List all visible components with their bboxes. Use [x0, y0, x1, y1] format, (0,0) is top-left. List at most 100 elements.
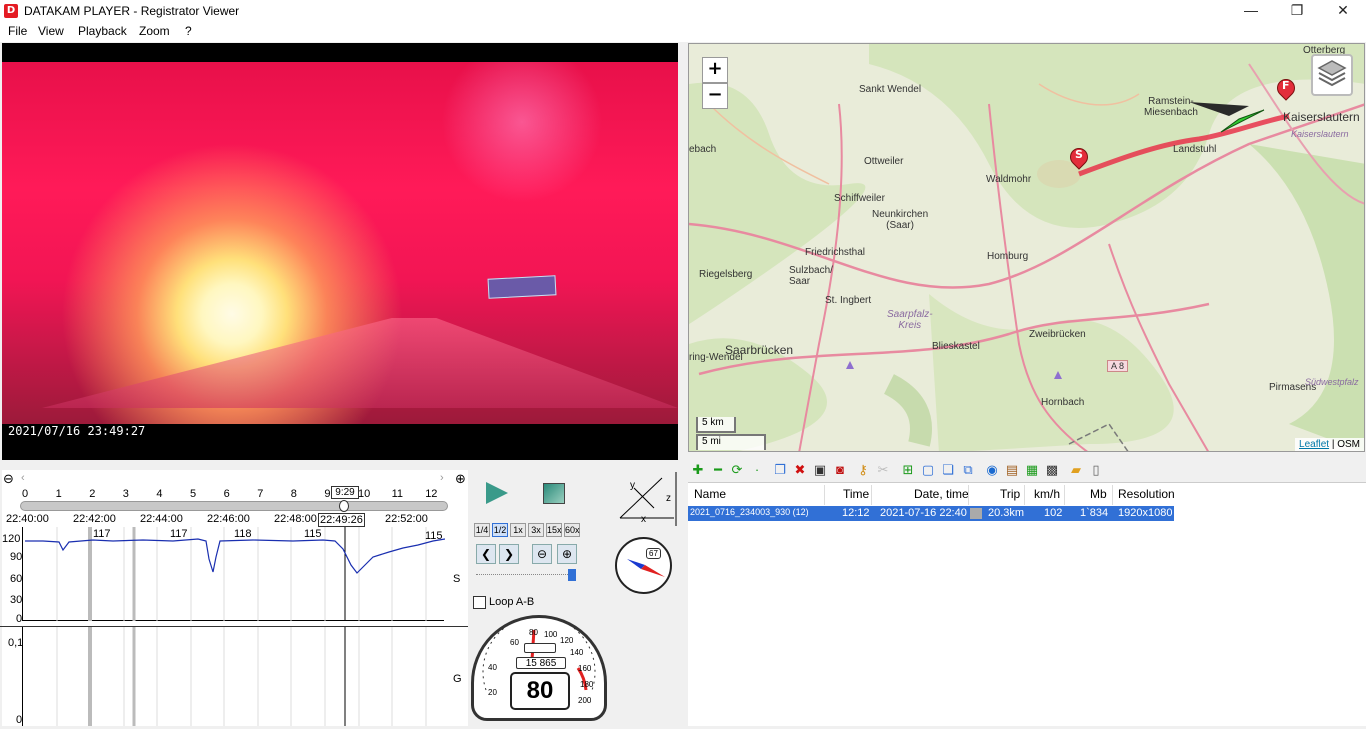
col-divider [824, 485, 825, 505]
zoom-out-icon: ⊖ [536, 547, 548, 561]
dial-number: 80 [529, 628, 538, 637]
speed-half-button[interactable]: 1/2 [492, 523, 508, 537]
loop-checkbox[interactable] [473, 596, 486, 609]
zoom-out-button[interactable]: ⊖ [532, 544, 552, 564]
map-zoom-in-button[interactable]: + [702, 57, 728, 83]
volume-slider-thumb[interactable] [568, 569, 576, 581]
dial-number: 180 [580, 680, 594, 689]
refresh-icon[interactable]: ⟳ [729, 462, 745, 478]
col-header-kmh[interactable]: km/h [1034, 487, 1060, 501]
next-frame-button[interactable]: ❯ [499, 544, 519, 564]
minimize-button[interactable]: — [1228, 0, 1274, 22]
camera-icon[interactable]: ◙ [832, 462, 848, 478]
col-header-resolution[interactable]: Resolution [1118, 487, 1175, 501]
speed-15x-button[interactable]: 15x [546, 523, 562, 537]
timeline-thumb[interactable] [339, 500, 349, 512]
zoom-in-icon: ⊕ [561, 547, 573, 561]
speed-60x-button[interactable]: 60x [564, 523, 580, 537]
export-icon[interactable]: ▦ [1024, 462, 1040, 478]
dial-number: 60 [510, 638, 519, 647]
cascade-icon[interactable]: ❏ [940, 462, 956, 478]
speed-peak: 117 [170, 528, 188, 540]
speed-quarter-button[interactable]: 1/4 [474, 523, 490, 537]
col-header-date[interactable]: Date, time [914, 487, 969, 501]
minute-tick: 11 [391, 488, 404, 500]
dot-icon[interactable]: · [749, 462, 765, 478]
key-icon[interactable]: ⚷ [855, 462, 871, 478]
file-mb: 1`834 [1080, 507, 1109, 519]
timeline-zoom-in-icon[interactable]: ⊕ [455, 471, 466, 487]
map-layers-button[interactable] [1311, 54, 1353, 96]
window-title: DATAKAM PLAYER - Registrator Viewer [24, 4, 240, 18]
volume-slider-track[interactable] [476, 574, 576, 578]
add-icon[interactable]: ✚ [690, 462, 706, 478]
current-time-label: 22:49:26 [318, 513, 365, 527]
minute-tick: 3 [122, 488, 129, 500]
col-divider [1024, 485, 1025, 505]
cut-icon[interactable]: ✂ [875, 462, 891, 478]
dial-number: 20 [488, 688, 497, 697]
menu-playback[interactable]: Playback [78, 24, 127, 38]
speed-peak: 115 [304, 528, 322, 540]
minute-tick: 8 [290, 488, 297, 500]
map-zoom-out-button[interactable]: − [702, 83, 728, 109]
play-button[interactable] [486, 482, 508, 504]
layers-icon [1317, 60, 1347, 87]
trip-window [524, 643, 556, 653]
map-label: Riegelsberg [699, 269, 753, 280]
timeline-zoom-out-icon[interactable]: ⊖ [3, 471, 14, 487]
dial-number: 160 [578, 664, 592, 673]
add-window-icon[interactable]: ⊞ [900, 462, 916, 478]
window-icon[interactable]: ▢ [920, 462, 936, 478]
menu-file[interactable]: File [8, 24, 27, 38]
minute-tick: 5 [190, 488, 197, 500]
map-label: Hornbach [1041, 397, 1085, 408]
dial-number: 140 [570, 648, 584, 657]
menu-view[interactable]: View [38, 24, 64, 38]
zoom-in-button[interactable]: ⊕ [557, 544, 577, 564]
map-label: Kaiserslautern [1291, 129, 1349, 139]
close-button[interactable]: ✕ [1320, 0, 1366, 22]
osm-attribution: OSM [1337, 439, 1360, 450]
minute-tick: 1 [55, 488, 62, 500]
map-label: Ramstein- Miesenbach [1144, 96, 1198, 118]
maximize-button[interactable]: ❐ [1274, 0, 1320, 22]
map-attribution: Leaflet | OSM [1295, 438, 1364, 451]
speed-1x-button[interactable]: 1x [510, 523, 526, 537]
speed-graph-canvas [25, 527, 446, 621]
col-header-name[interactable]: Name [694, 487, 726, 501]
timeline-scrollbar[interactable] [20, 501, 448, 511]
speed-3x-button[interactable]: 3x [528, 523, 544, 537]
globe-icon[interactable]: ◉ [984, 462, 1000, 478]
folder-icon[interactable]: ▰ [1068, 462, 1084, 478]
save-icon[interactable]: ▣ [812, 462, 828, 478]
map-label: Landstuhl [1173, 144, 1217, 155]
document-icon[interactable]: ▯ [1088, 462, 1104, 478]
map[interactable]: S F Otterberg Sankt Wendel Ramstein- Mie… [688, 43, 1365, 452]
stop-button[interactable] [543, 483, 565, 504]
col-header-mb[interactable]: Mb [1090, 487, 1107, 501]
highway-label: A 8 [1107, 360, 1129, 372]
scroll-right-icon[interactable]: › [440, 472, 444, 484]
chart-icon[interactable]: ▤ [1004, 462, 1020, 478]
remove-icon[interactable]: ━ [710, 462, 726, 478]
prev-frame-button[interactable]: ❮ [476, 544, 496, 564]
compass-needle-icon [627, 559, 665, 577]
film-icon[interactable]: ▩ [1044, 462, 1060, 478]
col-divider [1112, 485, 1113, 505]
menu-help[interactable]: ? [185, 24, 192, 38]
tile-icon[interactable]: ⧉ [960, 462, 976, 478]
map-label: Schiffweiler [834, 193, 885, 204]
delete-icon[interactable]: ✖ [792, 462, 808, 478]
col-header-time[interactable]: Time [843, 487, 869, 501]
leaflet-link[interactable]: Leaflet [1299, 439, 1329, 450]
dial-number: 200 [578, 696, 592, 705]
time-label: 22:40:00 [6, 513, 49, 525]
scroll-left-icon[interactable]: ‹ [21, 472, 25, 484]
table-row[interactable]: 2021_0716_234003_930 (12) 12:12 2021-07-… [688, 506, 1174, 521]
menu-zoom[interactable]: Zoom [139, 24, 170, 38]
copy-icon[interactable]: ❐ [772, 462, 788, 478]
map-label: Neunkirchen (Saar) [872, 209, 929, 231]
col-header-trip[interactable]: Trip [1000, 487, 1020, 501]
video-player[interactable]: 2021/07/16 23:49:27 [2, 43, 678, 460]
